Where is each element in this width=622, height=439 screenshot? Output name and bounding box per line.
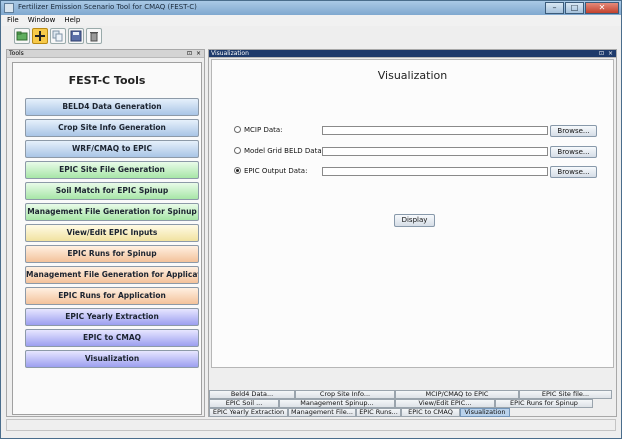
tool-button-management-file-generation-for-applicat[interactable]: Management File Generation for Applicat.… — [25, 266, 199, 284]
epic-output-field[interactable] — [322, 167, 548, 176]
tool-button-management-file-generation-for-spinup[interactable]: Management File Generation for Spinup — [25, 203, 199, 221]
tab-management-file[interactable]: Management File... — [288, 408, 356, 417]
tool-button-crop-site-info-generation[interactable]: Crop Site Info Generation — [25, 119, 199, 137]
tools-panel: Tools ⊡ × FEST-C Tools BELD4 Data Genera… — [6, 49, 205, 417]
maximize-button[interactable]: □ — [565, 2, 584, 14]
model-grid-beld-field[interactable] — [322, 147, 548, 156]
menu-file[interactable]: File — [2, 15, 23, 26]
add-icon[interactable] — [32, 28, 48, 44]
tool-button-epic-runs-for-spinup[interactable]: EPIC Runs for Spinup — [25, 245, 199, 263]
tab-epic-runs[interactable]: EPIC Runs... — [356, 408, 401, 417]
minimize-button[interactable]: – — [545, 2, 564, 14]
open-folder-icon[interactable] — [14, 28, 30, 44]
save-icon[interactable] — [68, 28, 84, 44]
tab-view-edit-epic[interactable]: View/Edit EPIC... — [395, 399, 495, 408]
copy-icon[interactable] — [50, 28, 66, 44]
epic-output-label: EPIC Output Data: — [244, 167, 308, 175]
mcip-data-field[interactable] — [322, 126, 548, 135]
delete-icon[interactable] — [86, 28, 102, 44]
tab-management-spinup[interactable]: Management Spinup... — [279, 399, 395, 408]
model-grid-beld-radio[interactable] — [234, 147, 241, 154]
tool-button-epic-runs-for-application[interactable]: EPIC Runs for Application — [25, 287, 199, 305]
menu-window[interactable]: Window — [23, 15, 60, 26]
tool-button-wrf-cmaq-to-epic[interactable]: WRF/CMAQ to EPIC — [25, 140, 199, 158]
window-title: Fertilizer Emission Scenario Tool for CM… — [18, 3, 197, 11]
toolbar — [2, 27, 621, 47]
epic-output-radio[interactable] — [234, 167, 241, 174]
tool-button-epic-to-cmaq[interactable]: EPIC to CMAQ — [25, 329, 199, 347]
main-window: Fertilizer Emission Scenario Tool for CM… — [0, 0, 622, 439]
status-bar — [6, 419, 616, 431]
tools-list: FEST-C Tools BELD4 Data Generation Crop S… — [12, 62, 202, 415]
close-button[interactable]: ✕ — [585, 2, 619, 14]
app-icon — [4, 3, 14, 13]
model-grid-beld-label: Model Grid BELD Data: — [244, 147, 324, 155]
epic-output-browse-button[interactable]: Browse... — [550, 166, 597, 178]
tab-mcip-cmaq-to-epic[interactable]: MCIP/CMAQ to EPIC — [395, 390, 519, 399]
tool-button-epic-yearly-extraction[interactable]: EPIC Yearly Extraction — [25, 308, 199, 326]
tab-crop-site-info[interactable]: Crop Site Info... — [295, 390, 395, 399]
visualization-panel-header: Visualization ⊡ × — [209, 50, 616, 58]
panel-controls-icon[interactable]: ⊡ × — [187, 50, 202, 58]
tools-panel-header-label: Tools — [9, 50, 24, 57]
tab-epic-to-cmaq[interactable]: EPIC to CMAQ — [401, 408, 460, 417]
model-grid-beld-browse-button[interactable]: Browse... — [550, 146, 597, 158]
tab-epic-yearly-extraction[interactable]: EPIC Yearly Extraction — [209, 408, 288, 417]
window-controls: – □ ✕ — [544, 2, 619, 14]
tab-beld4-data[interactable]: Beld4 Data... — [209, 390, 295, 399]
panel-controls-icon[interactable]: ⊡ × — [599, 50, 614, 58]
mcip-data-label: MCIP Data: — [244, 126, 283, 134]
menu-bar: File Window Help — [2, 15, 621, 26]
tab-epic-soil[interactable]: EPIC Soil ... — [209, 399, 279, 408]
tool-button-beld4-data-generation[interactable]: BELD4 Data Generation — [25, 98, 199, 116]
visualization-form: Visualization MCIP Data: Browse... Model… — [211, 59, 614, 368]
mcip-browse-button[interactable]: Browse... — [550, 125, 597, 137]
visualization-panel: Visualization ⊡ × Visualization MCIP Dat… — [208, 49, 617, 417]
display-button[interactable]: Display — [394, 214, 435, 227]
tab-epic-runs-for-spinup[interactable]: EPIC Runs for Spinup — [495, 399, 593, 408]
tool-button-soil-match-for-epic-spinup[interactable]: Soil Match for EPIC Spinup — [25, 182, 199, 200]
tools-panel-header: Tools ⊡ × — [7, 50, 204, 58]
title-bar[interactable]: Fertilizer Emission Scenario Tool for CM… — [1, 1, 621, 15]
tool-button-view-edit-epic-inputs[interactable]: View/Edit EPIC Inputs — [25, 224, 199, 242]
tool-button-visualization[interactable]: Visualization — [25, 350, 199, 368]
mcip-data-radio[interactable] — [234, 126, 241, 133]
tab-epic-site-file[interactable]: EPIC Site file... — [519, 390, 612, 399]
visualization-panel-header-label: Visualization — [211, 50, 249, 57]
tools-title: FEST-C Tools — [68, 74, 146, 87]
tab-visualization[interactable]: Visualization — [460, 408, 510, 417]
menu-help[interactable]: Help — [59, 15, 84, 26]
tool-button-epic-site-file-generation[interactable]: EPIC Site File Generation — [25, 161, 199, 179]
visualization-title: Visualization — [377, 69, 448, 82]
